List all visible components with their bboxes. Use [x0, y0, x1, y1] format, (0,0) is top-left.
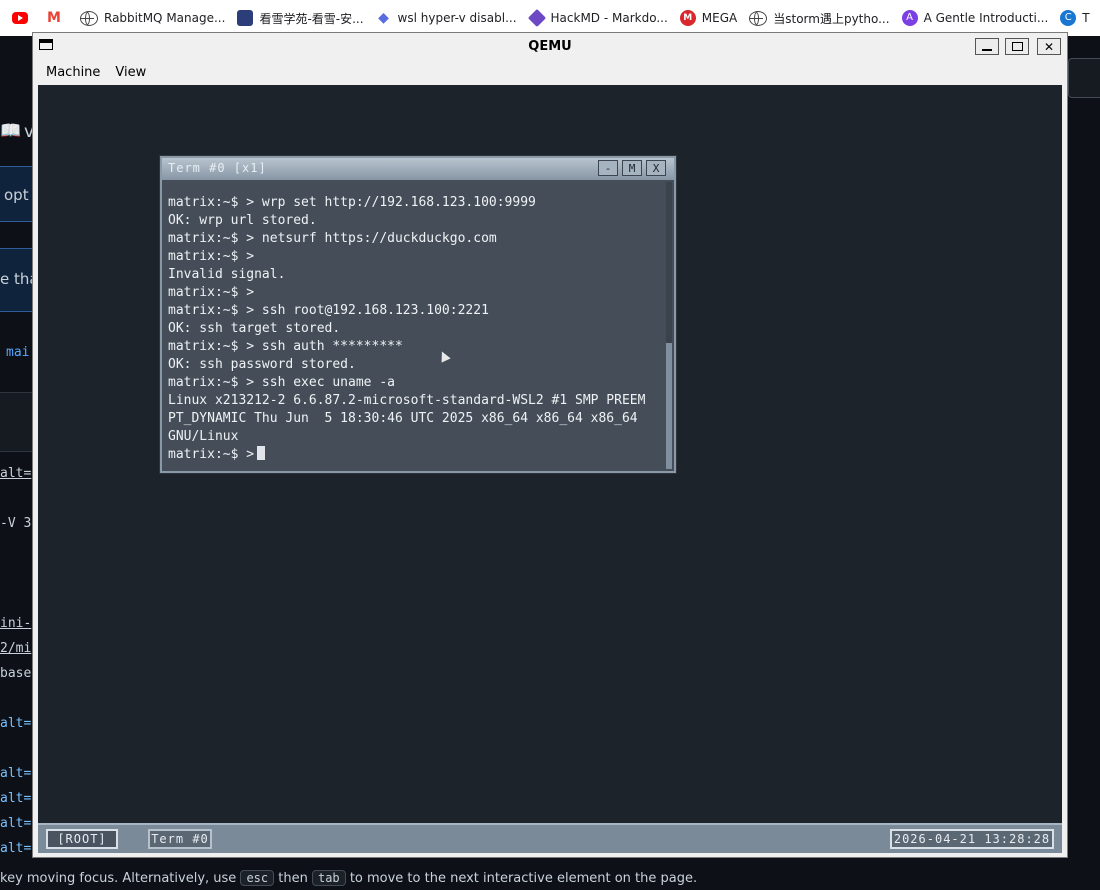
guest-taskbar: [ROOT] Term #0 2026-04-21 13:28:28 — [38, 823, 1062, 853]
bg-bar — [0, 392, 32, 452]
terminal-titlebar[interactable]: Term #0 [x1] - M X — [162, 158, 674, 180]
close-button[interactable]: ✕ — [1037, 38, 1061, 55]
bg-fragment: 2/mi — [0, 641, 32, 656]
bg-fragment: base — [0, 666, 32, 681]
qemu-window: QEMU ✕ Machine View Term #0 [x1] - M X m… — [32, 32, 1068, 858]
bg-fragment: alt= — [0, 466, 32, 481]
bookmark-mega[interactable]: M MEGA — [679, 10, 738, 26]
terminal-line: matrix:~$ > ssh auth ********* — [168, 339, 403, 354]
bg-fragment: alt= — [0, 841, 32, 856]
terminal-line: matrix:~$ > ssh root@192.168.123.100:222… — [168, 303, 489, 318]
vm-display[interactable]: Term #0 [x1] - M X matrix:~$ > wrp set h… — [38, 85, 1062, 853]
hint-text: then — [278, 871, 308, 886]
esc-key: esc — [240, 870, 275, 886]
bookmarks-bar: M RabbitMQ Manage... 看雪学苑-看雪-安... ◆ wsl h… — [0, 0, 1100, 36]
maximize-button[interactable] — [1005, 38, 1029, 55]
qemu-title: QEMU — [528, 38, 572, 54]
tc-icon: C — [1060, 10, 1077, 26]
window-icon — [39, 39, 53, 50]
bg-fragment: alt= — [0, 791, 32, 806]
tab-key: tab — [311, 870, 346, 886]
terminal-scrollbar-thumb[interactable] — [666, 343, 672, 469]
bookmark-label: A Gentle Introducti... — [923, 11, 1049, 25]
terminal-line: matrix:~$ > — [168, 285, 255, 300]
bookmark-label: wsl hyper-v disabl... — [397, 11, 517, 25]
bookmark-storm[interactable]: 当storm遇上pytho... — [749, 10, 890, 27]
keyboard-hint: key moving focus. Alternatively, use esc… — [0, 870, 697, 886]
bookmark-gmail[interactable]: M — [46, 10, 68, 26]
terminal-line: PT_DYNAMIC Thu Jun 5 18:30:46 UTC 2025 x… — [168, 411, 638, 426]
bookmark-label: RabbitMQ Manage... — [104, 11, 226, 25]
terminal-line: GNU/Linux — [168, 429, 239, 444]
bookmark-hackmd[interactable]: HackMD - Markdo... — [527, 8, 668, 28]
bg-fragment: -V 3 — [0, 516, 32, 531]
globe-icon — [80, 10, 98, 26]
terminal-output[interactable]: matrix:~$ > wrp set http://192.168.123.1… — [168, 194, 658, 464]
bg-box — [1068, 58, 1100, 98]
root-menu-button[interactable]: [ROOT] — [46, 829, 118, 849]
bookmark-label: 看雪学苑-看雪-安... — [259, 11, 364, 26]
terminal-prompt-line[interactable]: matrix:~$ > — [168, 446, 658, 464]
terminal-maximize-button[interactable]: M — [622, 160, 642, 176]
terminal-window[interactable]: Term #0 [x1] - M X matrix:~$ > wrp set h… — [160, 156, 676, 473]
bookmark-tc[interactable]: CT — [1060, 10, 1090, 26]
gmail-icon: M — [47, 10, 61, 26]
qemu-menubar: Machine View — [33, 60, 1067, 84]
terminal-close-button[interactable]: X — [646, 160, 666, 176]
taskbar-terminal-button[interactable]: Term #0 — [148, 829, 212, 849]
menu-view[interactable]: View — [115, 65, 146, 80]
close-icon: ✕ — [1043, 39, 1055, 54]
minimize-icon — [982, 49, 992, 51]
terminal-line: matrix:~$ > wrp set http://192.168.123.1… — [168, 195, 536, 210]
bg-fragment: alt= — [0, 816, 32, 831]
bookmark-label: T — [1082, 11, 1090, 25]
text-cursor — [257, 446, 266, 460]
terminal-line: Linux x213212-2 6.6.87.2-microsoft-stand… — [168, 393, 646, 408]
hint-text: to move to the next interactive element … — [349, 871, 698, 886]
globe-icon — [749, 10, 768, 26]
terminal-line: matrix:~$ > — [168, 249, 255, 264]
book-icon: 📖 — [0, 121, 22, 141]
bg-fragment: mai — [6, 345, 30, 360]
maximize-icon — [1011, 42, 1023, 51]
bookmark-label: HackMD - Markdo... — [550, 11, 668, 25]
bookmark-rabbitmq[interactable]: RabbitMQ Manage... — [80, 10, 226, 26]
youtube-icon — [12, 12, 28, 24]
gentle-icon: A — [901, 10, 918, 26]
terminal-line: OK: ssh password stored. — [168, 357, 356, 372]
terminal-line: OK: ssh target stored. — [168, 321, 341, 336]
bg-fragment: alt= — [0, 716, 32, 731]
bookmark-label: MEGA — [701, 11, 738, 25]
bg-fragment: alt= — [0, 766, 32, 781]
bookmark-wsl[interactable]: ◆ wsl hyper-v disabl... — [376, 10, 517, 26]
terminal-line: matrix:~$ > ssh exec uname -a — [168, 375, 395, 390]
terminal-line: OK: wrp url stored. — [168, 213, 317, 228]
mega-icon: M — [679, 10, 696, 26]
wsl-icon: ◆ — [378, 10, 389, 26]
terminal-minimize-button[interactable]: - — [598, 160, 618, 176]
menu-machine[interactable]: Machine — [46, 65, 100, 80]
qemu-titlebar[interactable]: QEMU ✕ — [33, 33, 1067, 59]
bookmark-label: 当storm遇上pytho... — [773, 11, 890, 26]
kanxue-icon — [237, 10, 254, 26]
bg-fragment: ini- — [0, 616, 32, 631]
terminal-prompt: matrix:~$ > — [168, 447, 255, 462]
terminal-title: Term #0 [x1] — [168, 161, 267, 175]
hackmd-icon — [527, 8, 546, 28]
terminal-line: matrix:~$ > netsurf https://duckduckgo.c… — [168, 231, 497, 246]
bookmark-youtube[interactable] — [12, 12, 34, 24]
bookmark-kanxue[interactable]: 看雪学苑-看雪-安... — [237, 10, 364, 27]
bg-fragment: opt — [4, 186, 29, 204]
terminal-line: Invalid signal. — [168, 267, 286, 282]
hint-text: key moving focus. Alternatively, use — [0, 871, 237, 886]
bookmark-gentle[interactable]: A A Gentle Introducti... — [901, 10, 1049, 26]
minimize-button[interactable] — [975, 38, 999, 55]
taskbar-clock: 2026-04-21 13:28:28 — [890, 829, 1054, 849]
